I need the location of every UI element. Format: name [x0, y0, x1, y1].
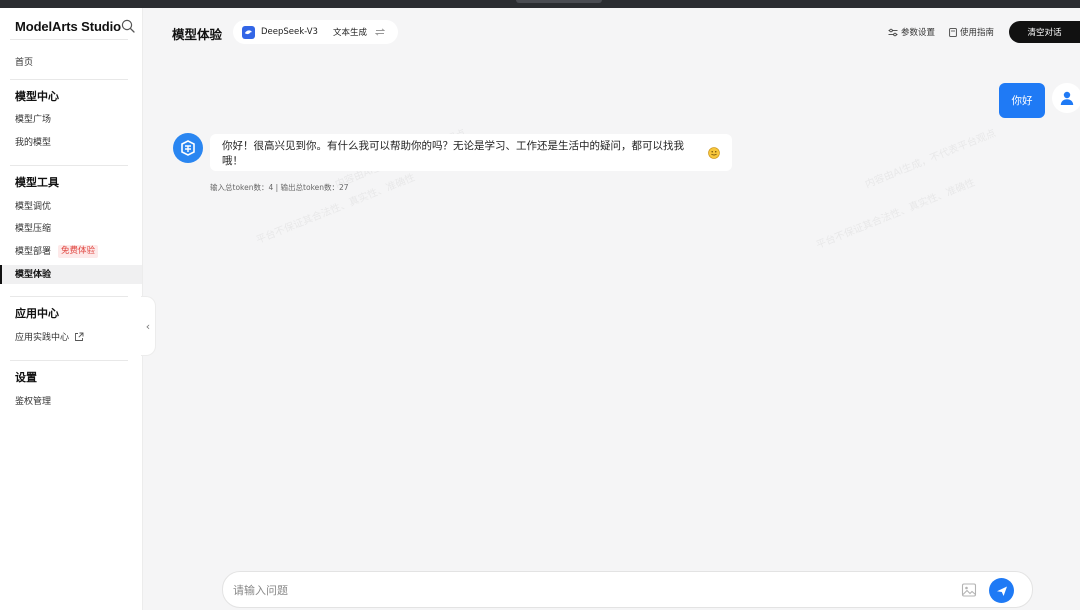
free-trial-badge: 免费体验 — [58, 245, 99, 258]
chevron-left-icon: ‹ — [145, 319, 151, 333]
divider — [10, 79, 128, 80]
sidebar-item-tuning[interactable]: 模型调优 — [15, 201, 51, 213]
sliders-icon — [888, 28, 898, 36]
active-item-indicator — [0, 265, 2, 284]
user-guide-label: 使用指南 — [960, 28, 995, 38]
model-type: 文本生成 — [332, 28, 367, 38]
swap-icon[interactable] — [374, 28, 385, 36]
watermark: 平台不保证其合法性、真实性、准确性 — [254, 172, 417, 247]
image-icon[interactable] — [961, 582, 977, 598]
user-message-bubble: 你好 — [999, 83, 1045, 118]
section-app-center: 应用中心 — [15, 307, 59, 320]
section-model-tools: 模型工具 — [15, 176, 59, 189]
params-settings-button[interactable]: 参数设置 — [888, 26, 935, 38]
brand-title: ModelArts Studio — [15, 19, 122, 34]
sidebar-collapse-button[interactable]: ‹ — [141, 296, 156, 356]
sidebar: ModelArts Studio 首页 模型中心 模型广场 我的模型 模型工具 … — [0, 8, 143, 610]
user-icon — [1060, 91, 1074, 105]
deepseek-logo-icon — [242, 25, 255, 39]
model-name: DeepSeek-V3 — [261, 27, 318, 37]
section-model-center: 模型中心 — [15, 90, 59, 103]
divider — [10, 39, 128, 40]
smile-emoji-icon — [708, 146, 720, 159]
bot-logo-icon — [181, 140, 195, 156]
document-icon — [949, 27, 957, 37]
search-icon[interactable] — [121, 19, 135, 33]
sidebar-item-auth[interactable]: 鉴权管理 — [15, 396, 51, 408]
bot-message-bubble: 你好！很高兴见到你。有什么我可以帮助你的吗？无论是学习、工作还是生活中的疑问，都… — [210, 134, 732, 171]
page-title: 模型体验 — [172, 27, 223, 42]
divider — [10, 360, 128, 361]
sidebar-item-experience[interactable]: 模型体验 — [15, 269, 51, 281]
model-selector[interactable]: DeepSeek-V3 文本生成 — [233, 20, 398, 44]
watermark: 平台不保证其合法性、真实性、准确性 — [814, 177, 977, 252]
user-avatar — [1052, 83, 1080, 113]
divider — [10, 296, 128, 297]
window-drag-handle[interactable] — [516, 0, 602, 3]
send-icon — [996, 586, 1007, 596]
watermark: 内容由AI生成，不代表平台观点 — [863, 128, 998, 191]
bot-avatar — [173, 133, 203, 163]
sidebar-item-app-practice[interactable]: 应用实践中心 — [15, 332, 69, 344]
external-link-icon[interactable] — [74, 332, 84, 342]
params-settings-label: 参数设置 — [901, 28, 936, 38]
bot-message-text: 你好！很高兴见到你。有什么我可以帮助你的吗？无论是学习、工作还是生活中的疑问，都… — [222, 139, 684, 167]
user-guide-button[interactable]: 使用指南 — [949, 26, 994, 38]
sidebar-item-deployment[interactable]: 模型部署 — [15, 246, 51, 258]
token-count-info: 输入总token数：4 | 输出总token数：27 — [210, 183, 349, 192]
question-input-box — [222, 571, 1033, 608]
sidebar-item-home[interactable]: 首页 — [15, 57, 33, 69]
divider — [10, 165, 128, 166]
sidebar-item-my-models[interactable]: 我的模型 — [15, 137, 51, 149]
window-top-strip — [0, 0, 1080, 8]
clear-conversation-button[interactable]: 清空对话 — [1009, 21, 1080, 43]
question-input[interactable] — [233, 581, 933, 599]
send-button[interactable] — [989, 578, 1014, 603]
sidebar-item-compression[interactable]: 模型压缩 — [15, 223, 51, 235]
section-settings: 设置 — [15, 371, 37, 384]
sidebar-item-model-square[interactable]: 模型广场 — [15, 114, 51, 126]
